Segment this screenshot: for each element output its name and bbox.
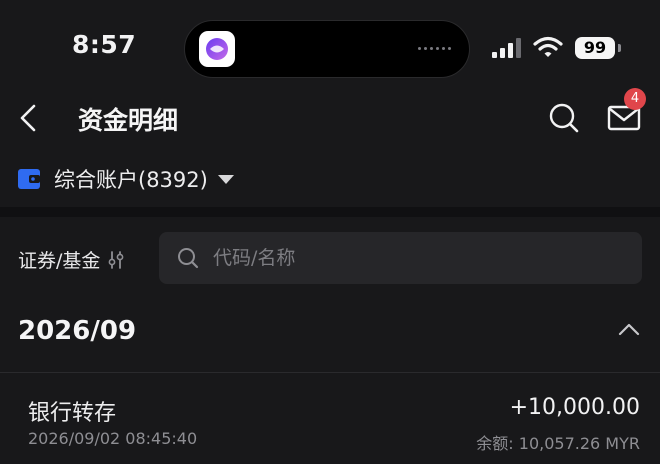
caret-down-icon [217,174,234,184]
chevron-up-icon[interactable] [618,322,640,336]
month-label: 2026/09 [18,316,137,346]
wallet-icon [18,169,40,189]
battery-icon: 99 [575,37,615,59]
wifi-icon [533,36,563,57]
section-divider [0,207,660,217]
nav-bar: 资金明细 [0,92,660,144]
search-icon[interactable] [548,102,580,134]
filter-label: 证券/基金 [18,250,101,272]
search-field[interactable] [159,232,642,284]
page-title: 资金明细 [78,106,179,135]
transaction-row[interactable]: 银行转存 2026/09/02 08:45:40 +10,000.00 余额: … [0,373,660,464]
mail-badge: 4 [624,88,646,110]
search-icon [178,248,199,269]
transaction-time: 2026/09/02 08:45:40 [28,429,198,448]
island-dots [418,47,451,50]
transaction-balance: 余额: 10,057.26 MYR [476,434,640,453]
transaction-title: 银行转存 [28,401,117,426]
transaction-amount: +10,000.00 [509,395,640,420]
status-bar: 8:57 99 [0,0,660,92]
month-group-header[interactable]: 2026/09 [0,300,660,372]
account-label: 综合账户(8392) [54,168,208,192]
search-input[interactable] [211,246,615,270]
status-time: 8:57 [72,30,137,59]
account-selector[interactable]: 综合账户(8392) [18,160,234,198]
back-arrow-icon[interactable] [18,104,40,132]
tune-icon [109,250,124,269]
signal-icon [492,38,524,58]
battery-cap [618,44,621,52]
app-activity-icon [199,31,235,67]
dynamic-island[interactable] [184,20,470,78]
filter-type-selector[interactable]: 证券/基金 [18,246,124,273]
